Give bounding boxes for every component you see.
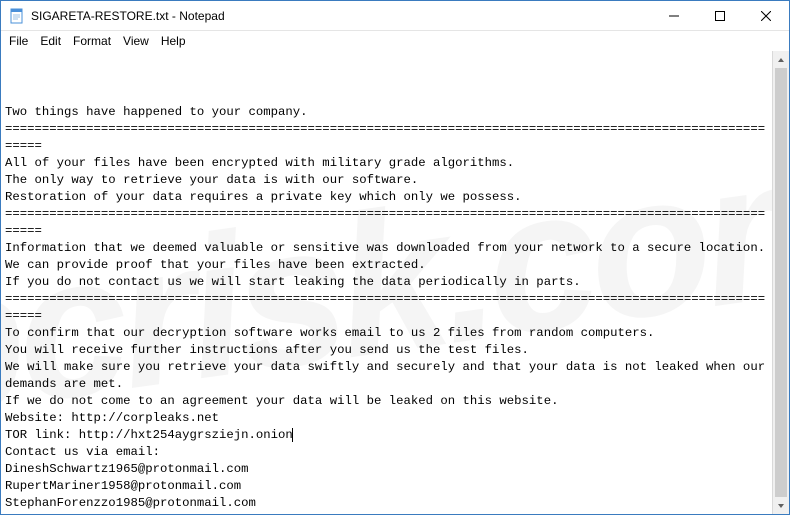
titlebar[interactable]: SIGARETA-RESTORE.txt - Notepad <box>1 1 789 31</box>
text-line: ========================================… <box>5 206 768 240</box>
text-line: Information that we deemed valuable or s… <box>5 240 768 257</box>
text-line: We can provide proof that your files hav… <box>5 257 768 274</box>
maximize-button[interactable] <box>697 1 743 30</box>
menu-help[interactable]: Help <box>155 33 192 49</box>
text-line: If you do not contact us we will start l… <box>5 274 768 291</box>
text-line: DineshSchwartz1965@protonmail.com <box>5 461 768 478</box>
window-controls <box>651 1 789 30</box>
editor-container: pcrisk.com Two things have happened to y… <box>1 51 789 514</box>
text-line: Website: http://corpleaks.net <box>5 410 768 427</box>
menu-edit[interactable]: Edit <box>34 33 67 49</box>
scroll-up-arrow-icon[interactable] <box>773 51 789 68</box>
window-title: SIGARETA-RESTORE.txt - Notepad <box>31 9 225 23</box>
scroll-down-arrow-icon[interactable] <box>773 497 789 514</box>
text-caret <box>292 428 293 442</box>
text-line: ========================================… <box>5 121 768 155</box>
scrollbar-thumb[interactable] <box>775 68 787 497</box>
text-line: ========================================… <box>5 291 768 325</box>
close-button[interactable] <box>743 1 789 30</box>
text-line: To confirm that our decryption software … <box>5 325 768 342</box>
menu-file[interactable]: File <box>3 33 34 49</box>
menu-view[interactable]: View <box>117 33 155 49</box>
text-line: If we do not come to an agreement your d… <box>5 393 768 410</box>
text-line: Restoration of your data requires a priv… <box>5 189 768 206</box>
text-line: Contact us via email: <box>5 444 768 461</box>
scrollbar-track[interactable] <box>773 68 789 497</box>
text-line: All of your files have been encrypted wi… <box>5 155 768 172</box>
text-line: The only way to retrieve your data is wi… <box>5 172 768 189</box>
menu-format[interactable]: Format <box>67 33 117 49</box>
text-editor[interactable]: pcrisk.com Two things have happened to y… <box>1 51 772 514</box>
notepad-icon <box>9 8 25 24</box>
text-line: You will receive further instructions af… <box>5 342 768 359</box>
menubar: File Edit Format View Help <box>1 31 789 51</box>
text-line: TOR link: http://hxt254aygrsziejn.onion <box>5 427 768 444</box>
text-line: StephanForenzzo1985@protonmail.com <box>5 495 768 512</box>
text-line: We will make sure you retrieve your data… <box>5 359 768 393</box>
minimize-button[interactable] <box>651 1 697 30</box>
text-line: RupertMariner1958@protonmail.com <box>5 478 768 495</box>
text-line: Two things have happened to your company… <box>5 104 768 121</box>
vertical-scrollbar[interactable] <box>772 51 789 514</box>
